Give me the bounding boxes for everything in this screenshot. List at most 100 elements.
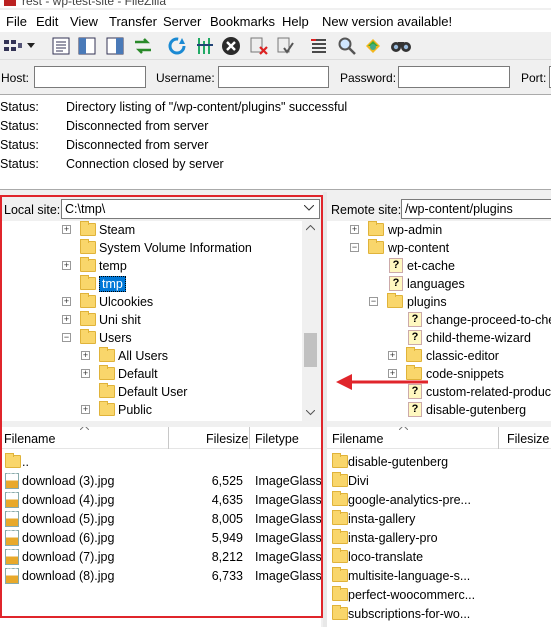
menu-server[interactable]: Server — [163, 14, 201, 29]
file-row[interactable]: subscriptions-for-wo... — [327, 605, 551, 624]
file-row[interactable]: JPG download (6).jpg 5,949 ImageGlass — [0, 529, 321, 548]
tree-node-system-volume-information[interactable]: System Volume Information — [0, 239, 300, 257]
process-queue-icon[interactable] — [194, 35, 216, 57]
message-log: Status: Directory listing of "/wp-content… — [0, 94, 551, 190]
directory-filter-icon[interactable] — [308, 35, 330, 57]
tree-node-et-cache[interactable]: ? et-cache — [327, 257, 551, 275]
toggle-remote-tree-icon[interactable] — [104, 35, 126, 57]
reconnect-icon[interactable] — [274, 35, 296, 57]
collapse-icon[interactable]: − — [62, 333, 71, 342]
file-row[interactable]: Divi — [327, 472, 551, 491]
collapse-icon[interactable]: − — [369, 297, 378, 306]
file-row[interactable]: insta-gallery — [327, 510, 551, 529]
file-row[interactable]: .. — [0, 453, 321, 472]
folder-icon — [368, 239, 384, 254]
remote-path-input[interactable]: /wp-content/plugins — [401, 199, 551, 219]
expand-icon[interactable]: + — [62, 297, 71, 306]
col-filesize[interactable]: Filesize — [206, 432, 248, 446]
tree-node-default[interactable]: + Default — [0, 365, 300, 383]
expand-icon[interactable]: + — [62, 225, 71, 234]
file-row[interactable]: JPG download (3).jpg 6,525 ImageGlass — [0, 472, 321, 491]
local-tree-scrollbar[interactable] — [302, 221, 319, 421]
tree-node-label: System Volume Information — [99, 241, 252, 255]
unknown-folder-icon: ? — [408, 330, 422, 345]
file-row[interactable]: loco-translate — [327, 548, 551, 567]
folder-icon — [80, 275, 96, 290]
file-row[interactable]: multisite-language-s... — [327, 567, 551, 586]
tree-node-languages[interactable]: ? languages — [327, 275, 551, 293]
tree-node-change-proceed-to-che[interactable]: ? change-proceed-to-che — [327, 311, 551, 329]
col-filename[interactable]: Filename — [4, 432, 55, 446]
tree-node-disable-gutenberg[interactable]: ? disable-gutenberg — [327, 401, 551, 419]
folder-icon — [332, 586, 348, 601]
tree-node-all-users[interactable]: + All Users — [0, 347, 300, 365]
local-path-input[interactable]: C:\tmp\ — [61, 199, 320, 219]
expand-icon[interactable]: + — [350, 225, 359, 234]
search-remote-icon[interactable] — [390, 35, 412, 57]
file-row[interactable]: JPG download (4).jpg 4,635 ImageGlass — [0, 491, 321, 510]
file-row[interactable]: JPG download (5).jpg 8,005 ImageGlass — [0, 510, 321, 529]
folder-icon — [80, 221, 96, 236]
username-input[interactable] — [218, 66, 329, 88]
tree-node-wp-admin[interactable]: + wp-admin — [327, 221, 551, 239]
tree-node-child-theme-wizard[interactable]: ? child-theme-wizard — [327, 329, 551, 347]
local-path-dropdown-icon[interactable] — [304, 205, 314, 211]
expand-icon[interactable]: + — [81, 351, 90, 360]
file-row[interactable]: perfect-woocommerc... — [327, 586, 551, 605]
tree-node-plugins[interactable]: − plugins — [327, 293, 551, 311]
tree-node-steam[interactable]: + Steam — [0, 221, 300, 239]
local-tree-scroll-thumb[interactable] — [304, 333, 317, 367]
tree-node-users[interactable]: − Users — [0, 329, 300, 347]
toggle-transfer-queue-icon[interactable] — [132, 35, 154, 57]
menu-new-version[interactable]: New version available! — [322, 14, 452, 29]
expand-icon[interactable]: + — [81, 405, 90, 414]
menu-bookmarks[interactable]: Bookmarks — [210, 14, 275, 29]
cancel-icon[interactable] — [220, 35, 242, 57]
tree-node-classic-editor[interactable]: + classic-editor — [327, 347, 551, 365]
dropdown-arrow-icon[interactable] — [24, 35, 38, 57]
refresh-icon[interactable] — [166, 35, 188, 57]
site-manager-icon[interactable] — [2, 35, 24, 57]
dir-comparison-icon[interactable] — [362, 35, 384, 57]
menu-view[interactable]: View — [70, 14, 98, 29]
file-type: ImageGlass — [255, 550, 321, 564]
tree-node-tmp[interactable]: tmp — [0, 275, 300, 293]
toggle-message-log-icon[interactable] — [50, 35, 72, 57]
expand-icon[interactable]: + — [62, 315, 71, 324]
col-filename[interactable]: Filename — [332, 432, 383, 446]
expand-icon[interactable]: + — [62, 261, 71, 270]
local-file-list: Filename Filesize Filetype .. JPG download… — [0, 427, 321, 627]
file-row[interactable]: google-analytics-pre... — [327, 491, 551, 510]
menu-help[interactable]: Help — [282, 14, 309, 29]
tree-node-ulcookies[interactable]: + Ulcookies — [0, 293, 300, 311]
tree-node-default-user[interactable]: Default User — [0, 383, 300, 401]
folder-icon — [387, 293, 403, 308]
expand-icon[interactable]: + — [388, 351, 397, 360]
tree-node-wp-content[interactable]: − wp-content — [327, 239, 551, 257]
folder-icon — [5, 453, 21, 468]
menu-transfer[interactable]: Transfer — [109, 14, 157, 29]
expand-icon[interactable]: + — [81, 369, 90, 378]
menu-file[interactable]: File — [6, 14, 27, 29]
menu-edit[interactable]: Edit — [36, 14, 58, 29]
password-input[interactable] — [398, 66, 510, 88]
file-name: insta-gallery-pro — [348, 531, 438, 545]
file-row[interactable]: disable-gutenberg — [327, 453, 551, 472]
file-name: subscriptions-for-wo... — [348, 607, 471, 621]
tree-node-uni-shit[interactable]: + Uni shit — [0, 311, 300, 329]
host-input[interactable] — [34, 66, 146, 88]
disconnect-icon[interactable] — [248, 35, 270, 57]
toggle-sync-browsing-icon[interactable] — [336, 35, 358, 57]
collapse-icon[interactable]: − — [350, 243, 359, 252]
file-row[interactable]: JPG download (7).jpg 8,212 ImageGlass — [0, 548, 321, 567]
tree-node-public[interactable]: + Public — [0, 401, 300, 419]
toggle-local-tree-icon[interactable] — [76, 35, 98, 57]
unknown-folder-icon: ? — [389, 276, 403, 291]
tree-node-temp[interactable]: + temp — [0, 257, 300, 275]
col-filetype[interactable]: Filetype — [255, 432, 299, 446]
file-row[interactable]: JPG download (8).jpg 6,733 ImageGlass — [0, 567, 321, 586]
col-filesize[interactable]: Filesize — [507, 432, 549, 446]
folder-icon — [332, 472, 348, 487]
file-name: download (7).jpg — [22, 550, 115, 564]
file-row[interactable]: insta-gallery-pro — [327, 529, 551, 548]
